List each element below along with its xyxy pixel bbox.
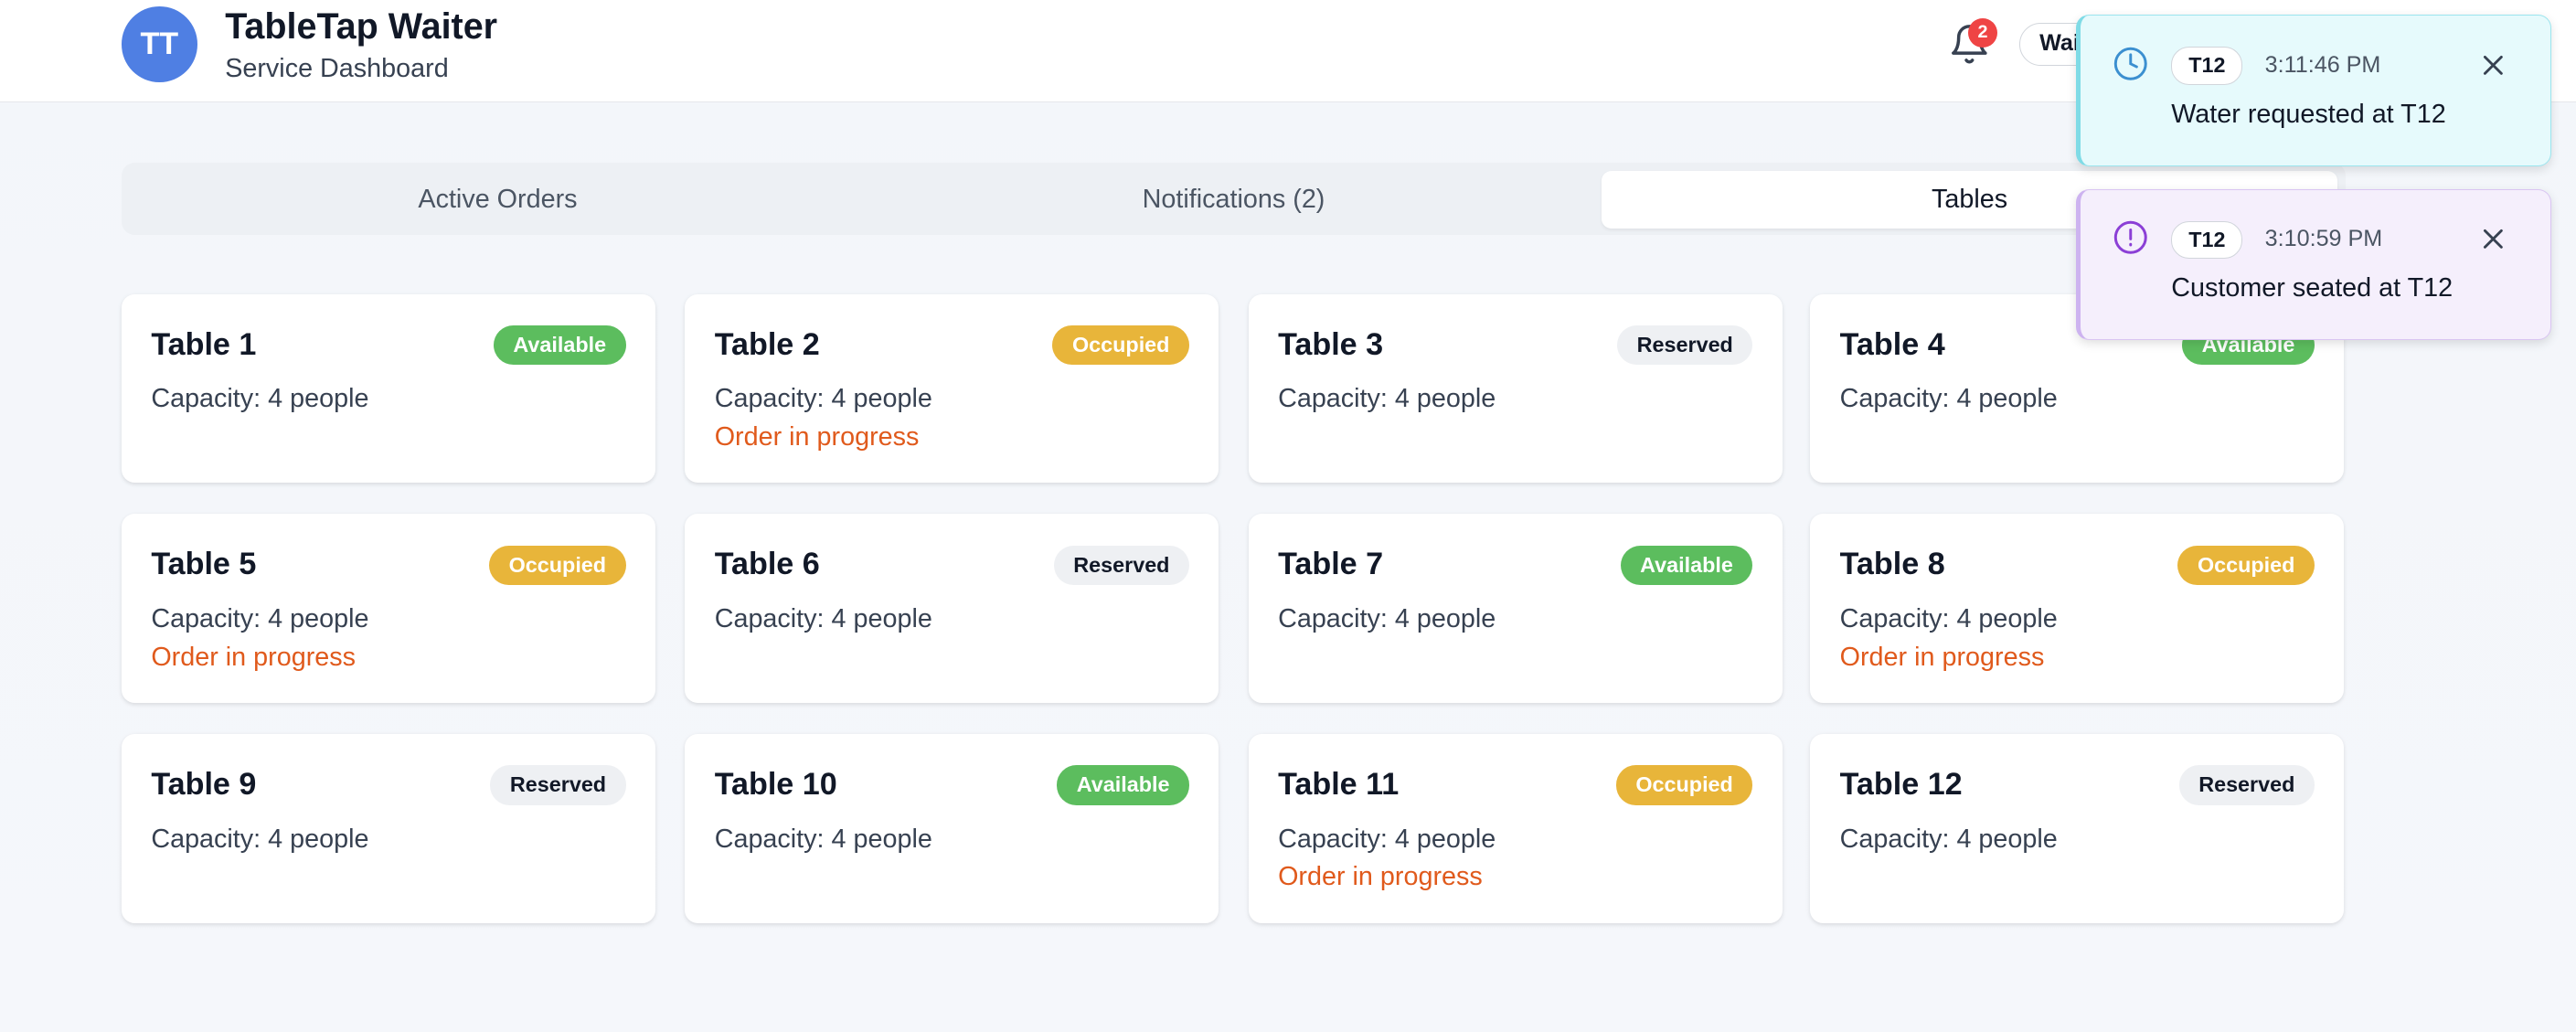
table-card[interactable]: Table 6 Reserved Capacity: 4 people (685, 514, 1219, 704)
table-capacity: Capacity: 4 people (1839, 384, 2058, 414)
app-title: TableTap Waiter (225, 6, 498, 48)
table-name: Table 2 (714, 326, 820, 362)
toast-notification: T12 3:10:59 PM Customer seated at T12 (2076, 188, 2552, 341)
clock-icon (2113, 47, 2147, 80)
table-name: Table 7 (1278, 547, 1384, 582)
table-name: Table 11 (1278, 767, 1400, 803)
order-progress-text: Order in progress (151, 642, 357, 672)
status-badge: Reserved (490, 765, 626, 805)
table-capacity: Capacity: 4 people (1278, 825, 1496, 855)
status-badge: Occupied (489, 545, 626, 585)
table-card[interactable]: Table 12 Reserved Capacity: 4 people (1810, 734, 2345, 923)
table-tag: T12 (2171, 220, 2243, 260)
table-capacity: Capacity: 4 people (1839, 825, 2058, 855)
app-subtitle: Service Dashboard (225, 54, 449, 84)
tab-bar: Active Orders Notifications (2) Tables (121, 162, 2347, 235)
table-name: Table 3 (1278, 326, 1384, 362)
table-tag: T12 (2171, 47, 2243, 85)
table-capacity: Capacity: 4 people (151, 604, 369, 634)
toast-notification: T12 3:11:46 PM Water requested at T12 (2076, 15, 2552, 166)
status-badge: Available (1057, 765, 1190, 805)
table-capacity: Capacity: 4 people (1839, 604, 2058, 634)
table-card[interactable]: Table 8 Occupied Capacity: 4 people Orde… (1810, 514, 2345, 704)
table-name: Table 9 (151, 767, 257, 803)
toast-time: 3:11:46 PM (2264, 51, 2381, 78)
table-card[interactable]: Table 1 Available Capacity: 4 people (121, 293, 655, 484)
table-card[interactable]: Table 3 Reserved Capacity: 4 people (1248, 293, 1783, 484)
alert-circle-icon (2113, 220, 2147, 254)
table-name: Table 5 (151, 547, 257, 582)
order-progress-text: Order in progress (714, 421, 920, 452)
status-badge: Reserved (2178, 765, 2315, 805)
close-icon[interactable] (2480, 226, 2507, 252)
table-name: Table 1 (151, 326, 257, 362)
table-capacity: Capacity: 4 people (1278, 604, 1496, 634)
order-progress-text: Order in progress (1839, 642, 2045, 672)
status-badge: Available (1620, 545, 1753, 585)
table-name: Table 12 (1839, 767, 1963, 803)
table-card[interactable]: Table 2 Occupied Capacity: 4 people Orde… (685, 293, 1219, 484)
table-capacity: Capacity: 4 people (1278, 384, 1496, 414)
toast-message: Customer seated at T12 (2171, 273, 2454, 303)
table-capacity: Capacity: 4 people (714, 604, 932, 634)
order-progress-text: Order in progress (1278, 862, 1483, 892)
table-capacity: Capacity: 4 people (714, 384, 932, 414)
table-card[interactable]: Table 5 Occupied Capacity: 4 people Orde… (121, 514, 655, 704)
tab-active-orders[interactable]: Active Orders (130, 171, 866, 229)
status-badge: Reserved (1617, 324, 1753, 365)
table-capacity: Capacity: 4 people (151, 825, 369, 855)
toast-message: Water requested at T12 (2171, 99, 2446, 129)
table-name: Table 4 (1839, 326, 1945, 362)
notification-count-badge: 2 (1967, 17, 1998, 48)
table-name: Table 6 (714, 547, 820, 582)
avatar: TT (121, 6, 197, 82)
toast-time: 3:10:59 PM (2264, 226, 2383, 252)
table-card[interactable]: Table 11 Occupied Capacity: 4 people Ord… (1248, 734, 1783, 923)
table-name: Table 10 (714, 767, 837, 803)
status-badge: Reserved (1053, 545, 1190, 585)
table-capacity: Capacity: 4 people (151, 384, 369, 414)
status-badge: Available (493, 324, 626, 365)
status-badge: Occupied (2177, 545, 2315, 585)
table-capacity: Capacity: 4 people (714, 825, 932, 855)
close-icon[interactable] (2480, 52, 2507, 79)
table-card[interactable]: Table 10 Available Capacity: 4 people (685, 734, 1219, 923)
tab-notifications[interactable]: Notifications (2) (866, 171, 1602, 229)
table-name: Table 8 (1839, 547, 1945, 582)
status-badge: Occupied (1052, 324, 1190, 365)
status-badge: Occupied (1615, 765, 1753, 805)
table-card[interactable]: Table 7 Available Capacity: 4 people (1248, 514, 1783, 704)
table-card[interactable]: Table 9 Reserved Capacity: 4 people (121, 734, 655, 923)
